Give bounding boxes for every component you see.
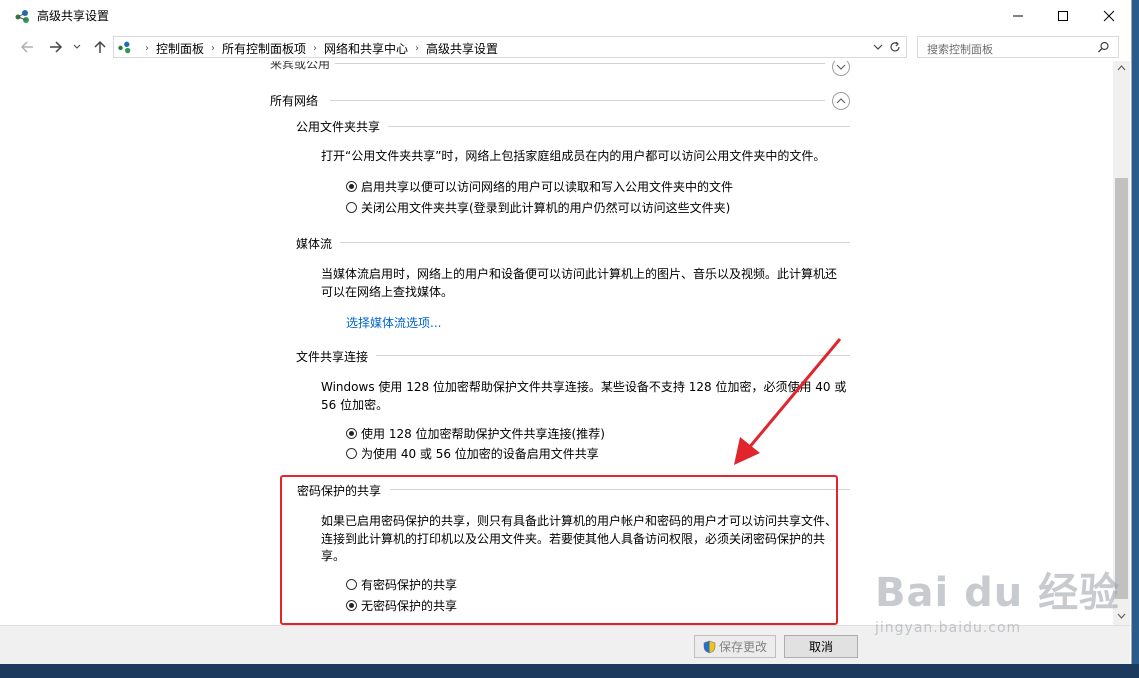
breadcrumb-separator-icon: › bbox=[145, 43, 149, 54]
control-panel-icon bbox=[118, 41, 131, 54]
radio-unselected-icon[interactable] bbox=[346, 202, 357, 213]
option-label: 关闭公用文件夹共享(登录到此计算机的用户仍然可以访问这些文件夹) bbox=[361, 201, 731, 215]
search-input[interactable]: 搜索控制面板 bbox=[917, 36, 1119, 58]
public-folder-disable-option[interactable]: 关闭公用文件夹共享(登录到此计算机的用户仍然可以访问这些文件夹) bbox=[346, 199, 730, 216]
public-folder-enable-option[interactable]: 启用共享以便可以访问网络的用户可以读取和写入公用文件夹中的文件 bbox=[346, 178, 733, 195]
expand-guest-button[interactable] bbox=[832, 61, 850, 76]
all-networks-label[interactable]: 所有网络 bbox=[270, 92, 318, 109]
up-button[interactable] bbox=[91, 38, 109, 56]
file-sharing-section-title: 文件共享连接 bbox=[296, 350, 369, 364]
option-label: 为使用 40 或 56 位加密的设备启用文件共享 bbox=[361, 447, 599, 461]
scrollbar-thumb[interactable] bbox=[1115, 178, 1128, 599]
address-dropdown-button[interactable] bbox=[872, 40, 884, 57]
arrow-right-icon bbox=[50, 41, 63, 53]
vertical-scrollbar[interactable] bbox=[1113, 61, 1130, 625]
breadcrumb-all-items[interactable]: 所有控制面板项 bbox=[222, 40, 306, 57]
encryption-128-option[interactable]: 使用 128 位加密帮助保护文件共享连接(推荐) bbox=[346, 425, 605, 442]
collapse-all-networks-button[interactable] bbox=[832, 92, 850, 110]
breadcrumb-network-center[interactable]: 网络和共享中心 bbox=[324, 40, 408, 57]
breadcrumb-separator-icon: › bbox=[415, 43, 420, 54]
breadcrumb-separator-icon: › bbox=[313, 43, 318, 54]
encryption-40-56-option[interactable]: 为使用 40 或 56 位加密的设备启用文件共享 bbox=[346, 445, 599, 462]
maximize-icon bbox=[1058, 10, 1068, 21]
save-changes-button[interactable]: 保存更改 bbox=[694, 635, 776, 658]
chevron-down-icon bbox=[873, 44, 883, 50]
divider bbox=[388, 126, 850, 127]
media-section-title: 媒体流 bbox=[296, 237, 333, 251]
settings-content: 来宾或公用 所有网络 公用文件夹共享 打开“公用文件夹共享”时，网络上包括家庭组… bbox=[0, 61, 1113, 625]
back-button[interactable] bbox=[18, 38, 36, 56]
cancel-button[interactable]: 取消 bbox=[784, 635, 858, 658]
baidu-watermark: Bai du 经验 jingyan.baidu.com bbox=[875, 560, 1120, 636]
media-options-link[interactable]: 选择媒体流选项... bbox=[346, 314, 441, 331]
recent-locations-button[interactable] bbox=[71, 38, 83, 56]
media-description-line1: 当媒体流启用时，网络上的用户和设备便可以访问此计算机上的图片、音乐以及视频。此计… bbox=[321, 267, 838, 281]
maximize-button[interactable] bbox=[1040, 0, 1086, 31]
divider bbox=[335, 63, 825, 64]
media-description-line2: 可以在网络上查找媒体。 bbox=[321, 285, 454, 299]
radio-unselected-icon[interactable] bbox=[346, 448, 357, 459]
minimize-icon bbox=[1013, 15, 1023, 16]
chevron-down-icon bbox=[836, 64, 846, 70]
title-bar: 高级共享设置 bbox=[0, 0, 1131, 31]
breadcrumb-separator-icon: › bbox=[211, 43, 216, 54]
desktop-background bbox=[1132, 0, 1139, 664]
close-button[interactable] bbox=[1086, 0, 1132, 31]
breadcrumb-control-panel[interactable]: 控制面板 bbox=[156, 40, 204, 57]
guest-public-group-label[interactable]: 来宾或公用 bbox=[270, 61, 330, 72]
refresh-button[interactable] bbox=[888, 40, 902, 57]
window-title: 高级共享设置 bbox=[37, 9, 110, 23]
watermark-brand: Bai du 经验 bbox=[875, 570, 1121, 616]
option-label: 使用 128 位加密帮助保护文件共享连接(推荐) bbox=[361, 427, 605, 441]
public-folder-section-title: 公用文件夹共享 bbox=[296, 120, 381, 134]
watermark-url: jingyan.baidu.com bbox=[875, 620, 1022, 636]
cancel-label: 取消 bbox=[808, 640, 833, 654]
chevron-down-icon bbox=[73, 44, 81, 49]
address-row: › 控制面板 › 所有控制面板项 › 网络和共享中心 › 高级共享设置 搜索控制… bbox=[0, 33, 1131, 61]
search-placeholder: 搜索控制面板 bbox=[927, 43, 993, 56]
divider bbox=[330, 100, 825, 101]
arrow-up-icon bbox=[94, 40, 106, 53]
search-icon bbox=[1098, 41, 1109, 53]
option-label: 启用共享以便可以访问网络的用户可以读取和写入公用文件夹中的文件 bbox=[361, 180, 734, 194]
annotation-arrow-icon bbox=[734, 338, 842, 465]
save-label: 保存更改 bbox=[718, 640, 767, 654]
network-app-icon bbox=[15, 10, 29, 23]
uac-shield-icon bbox=[703, 640, 716, 653]
close-icon bbox=[1103, 10, 1115, 21]
forward-button[interactable] bbox=[47, 38, 65, 56]
chevron-up-icon bbox=[836, 98, 846, 104]
annotation-highlight-box bbox=[280, 475, 838, 625]
minimize-button[interactable] bbox=[995, 0, 1041, 31]
breadcrumb: › 控制面板 › 所有控制面板项 › 网络和共享中心 › 高级共享设置 bbox=[138, 40, 498, 57]
public-folder-description: 打开“公用文件夹共享”时，网络上包括家庭组成员在内的用户都可以访问公用文件夹中的… bbox=[321, 149, 826, 163]
radio-selected-icon[interactable] bbox=[346, 428, 357, 439]
arrow-left-icon bbox=[20, 41, 33, 53]
taskbar-edge bbox=[0, 664, 1139, 678]
refresh-icon bbox=[890, 41, 900, 52]
divider bbox=[340, 242, 850, 243]
radio-selected-icon[interactable] bbox=[346, 181, 357, 192]
breadcrumb-advanced-sharing[interactable]: 高级共享设置 bbox=[426, 40, 498, 57]
scroll-up-icon[interactable] bbox=[1117, 65, 1126, 71]
address-bar[interactable]: › 控制面板 › 所有控制面板项 › 网络和共享中心 › 高级共享设置 bbox=[113, 36, 907, 58]
